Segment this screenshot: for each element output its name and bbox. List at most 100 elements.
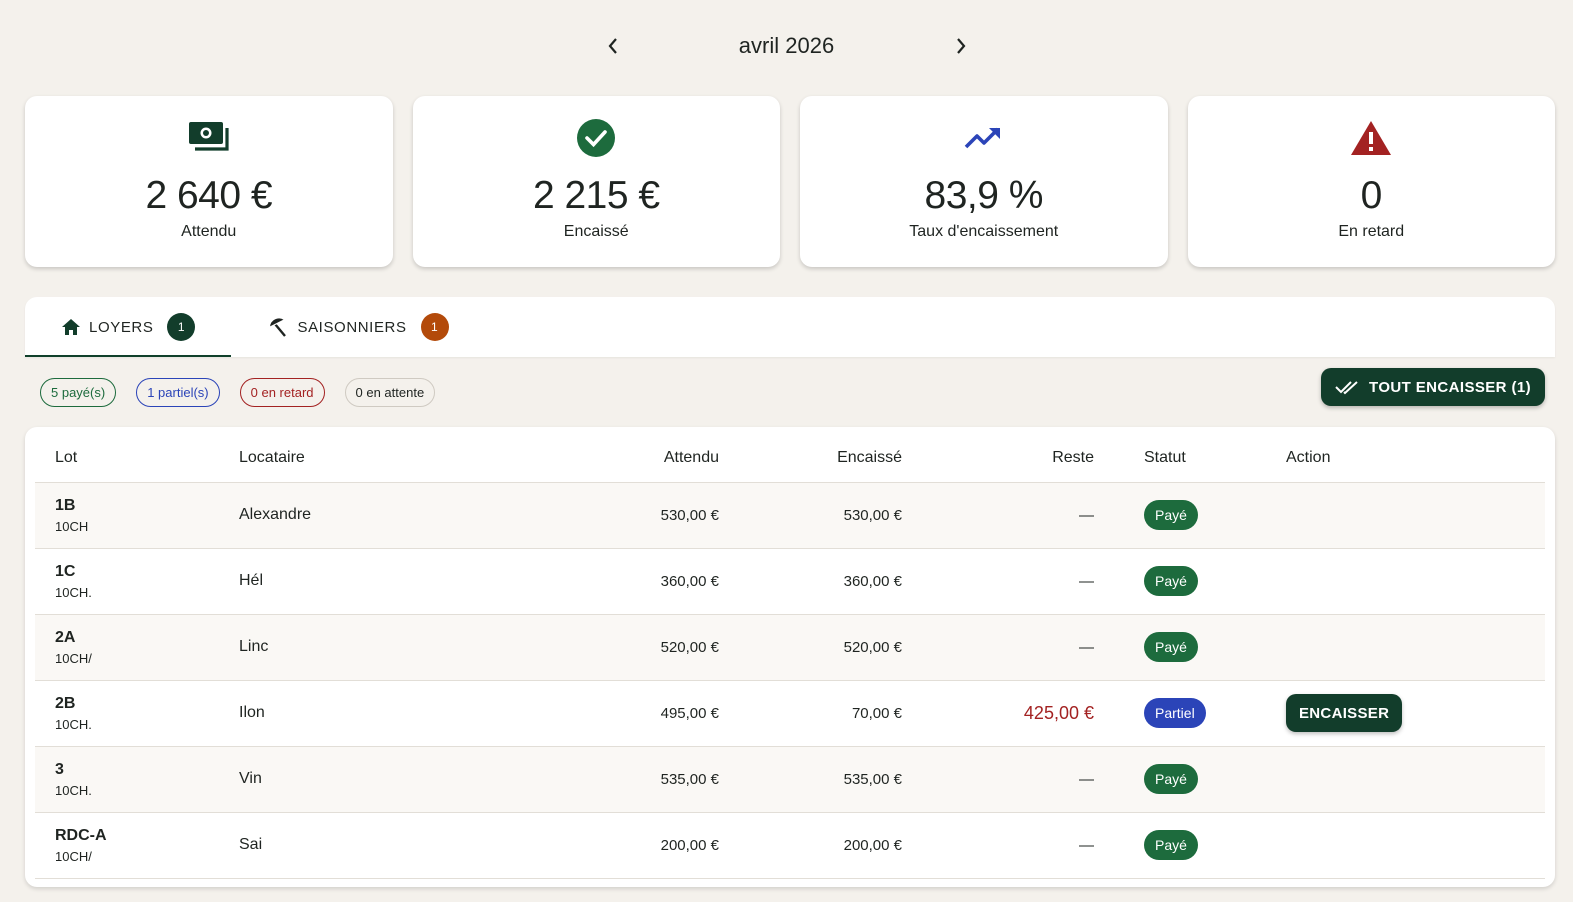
lot-subtitle: 10CH/	[55, 848, 92, 864]
cell-expected: 200,00 €	[539, 812, 719, 879]
cell-expected: 360,00 €	[539, 548, 719, 615]
trending-up-icon	[963, 118, 1005, 158]
tab-count-badge: 1	[167, 313, 196, 341]
status-badge: Payé	[1144, 764, 1198, 794]
check-circle-icon	[576, 118, 616, 158]
cell-received: 200,00 €	[719, 812, 902, 879]
cell-expected: 520,00 €	[539, 614, 719, 681]
tab-bar: LOYERS 1 SAISONNIERS 1	[25, 297, 1555, 357]
cell-action	[1286, 482, 1545, 549]
double-check-icon	[1335, 381, 1358, 395]
tab-loyers[interactable]: LOYERS 1	[25, 297, 232, 357]
kpi-label: Attendu	[181, 223, 237, 240]
kpi-value: 2 640 €	[145, 174, 273, 217]
tab-label: LOYERS	[89, 318, 154, 336]
cell-rest: —	[902, 482, 1094, 549]
month-navigator: avril 2026	[0, 22, 1573, 70]
table-row[interactable]: RDC-A 10CH/Sai 200,00 €200,00 € — Payé	[35, 812, 1545, 879]
cell-tenant: Vin	[239, 746, 539, 813]
kpi-label: Taux d'encaissement	[909, 223, 1059, 240]
rent-panel: LOYERS 1 SAISONNIERS 1 5 payé(s) 1 parti…	[25, 297, 1555, 887]
collect-all-label: TOUT ENCAISSER (1)	[1369, 378, 1531, 396]
table-header-row: Lot Locataire Attendu Encaissé Reste Sta…	[35, 427, 1545, 483]
warning-icon	[1350, 118, 1392, 158]
kpi-collection-rate: 83,9 % Taux d'encaissement	[800, 96, 1168, 267]
cell-rest: 425,00 €	[902, 680, 1094, 747]
cell-action	[1286, 812, 1545, 879]
previous-month-button[interactable]	[593, 26, 633, 66]
cell-expected: 535,00 €	[539, 746, 719, 813]
lot-subtitle: 10CH/	[55, 650, 92, 666]
table-row[interactable]: 1B 10CH Alexandre 530,00 €530,00 € — Payé	[35, 482, 1545, 549]
cell-tenant: Ilon	[239, 680, 539, 747]
table-row[interactable]: 2A 10CH/Linc 520,00 €520,00 € — Payé	[35, 614, 1545, 681]
cell-tenant: Hél	[239, 548, 539, 615]
chevron-right-icon	[956, 38, 965, 54]
status-badge: Payé	[1144, 566, 1198, 596]
filter-late-chip[interactable]: 0 en retard	[239, 377, 325, 407]
kpi-value: 2 215 €	[532, 174, 660, 217]
cell-status: Payé	[1094, 812, 1286, 879]
cell-received: 70,00 €	[719, 680, 902, 747]
table-row[interactable]: 1C 10CH. Hél 360,00 €360,00 € — Payé	[35, 548, 1545, 615]
lot-code: 1B	[55, 496, 76, 514]
status-badge: Partiel	[1144, 698, 1206, 728]
cell-status: Payé	[1094, 746, 1286, 813]
home-icon	[62, 319, 80, 335]
cell-tenant: Linc	[239, 614, 539, 681]
cell-expected: 530,00 €	[539, 482, 719, 549]
status-badge: Payé	[1144, 830, 1198, 860]
tab-saisonniers[interactable]: SAISONNIERS 1	[231, 297, 484, 357]
kpi-label: Encaissé	[563, 223, 629, 240]
header-received[interactable]: Encaissé	[719, 427, 902, 483]
tab-count-badge: 1	[420, 313, 449, 341]
lot-code: RDC-A	[55, 826, 107, 844]
kpi-value: 0	[1360, 174, 1383, 217]
lot-subtitle: 10CH.	[55, 584, 92, 600]
table-row[interactable]: 2B 10CH. Ilon 495,00 €70,00 €425,00 € Partie…	[35, 680, 1545, 747]
header-status[interactable]: Statut	[1094, 427, 1286, 483]
cell-status: Payé	[1094, 548, 1286, 615]
cell-status: Payé	[1094, 482, 1286, 549]
header-expected[interactable]: Attendu	[539, 427, 719, 483]
cell-rest: —	[902, 812, 1094, 879]
filter-paid-chip[interactable]: 5 payé(s)	[40, 377, 117, 407]
kpi-received: 2 215 € Encaissé	[412, 96, 780, 267]
rent-table-card: Lot Locataire Attendu Encaissé Reste Sta…	[25, 427, 1555, 887]
cell-lot: RDC-A 10CH/	[35, 812, 239, 879]
collect-button[interactable]: ENCAISSER	[1286, 694, 1403, 732]
table-row[interactable]: 3 10CH. Vin 535,00 €535,00 € — Payé	[35, 746, 1545, 813]
next-month-button[interactable]	[941, 26, 981, 66]
cell-lot: 1B 10CH	[35, 482, 239, 549]
kpi-late: 0 En retard	[1187, 96, 1555, 267]
cell-rest: —	[902, 614, 1094, 681]
status-filters: 5 payé(s) 1 partiel(s) 0 en retard 0 en …	[25, 357, 1555, 427]
tab-label: SAISONNIERS	[297, 318, 407, 336]
lot-code: 1C	[55, 562, 76, 580]
cell-received: 520,00 €	[719, 614, 902, 681]
beach-umbrella-icon	[269, 318, 288, 337]
lot-code: 2B	[55, 694, 76, 712]
cell-lot: 1C 10CH.	[35, 548, 239, 615]
status-badge: Payé	[1144, 632, 1198, 662]
lot-subtitle: 10CH	[55, 518, 89, 534]
cell-lot: 2A 10CH/	[35, 614, 239, 681]
collect-all-button[interactable]: TOUT ENCAISSER (1)	[1321, 368, 1545, 406]
cell-rest: —	[902, 548, 1094, 615]
cell-action	[1286, 746, 1545, 813]
current-month-label: avril 2026	[738, 33, 835, 58]
cell-lot: 2B 10CH.	[35, 680, 239, 747]
filter-partial-chip[interactable]: 1 partiel(s)	[136, 377, 220, 407]
lot-subtitle: 10CH.	[55, 782, 92, 798]
kpi-value: 83,9 %	[924, 174, 1044, 217]
cell-received: 360,00 €	[719, 548, 902, 615]
kpi-cards: 2 640 € Attendu 2 215 € Encaissé 83,9 % …	[25, 96, 1555, 267]
header-rest[interactable]: Reste	[902, 427, 1094, 483]
header-lot[interactable]: Lot	[35, 427, 239, 483]
chevron-left-icon	[608, 38, 617, 54]
filter-waiting-chip[interactable]: 0 en attente	[344, 377, 436, 407]
lot-code: 2A	[55, 628, 76, 646]
rent-table: Lot Locataire Attendu Encaissé Reste Sta…	[35, 427, 1545, 879]
header-tenant[interactable]: Locataire	[239, 427, 539, 483]
banknote-icon	[187, 118, 231, 158]
